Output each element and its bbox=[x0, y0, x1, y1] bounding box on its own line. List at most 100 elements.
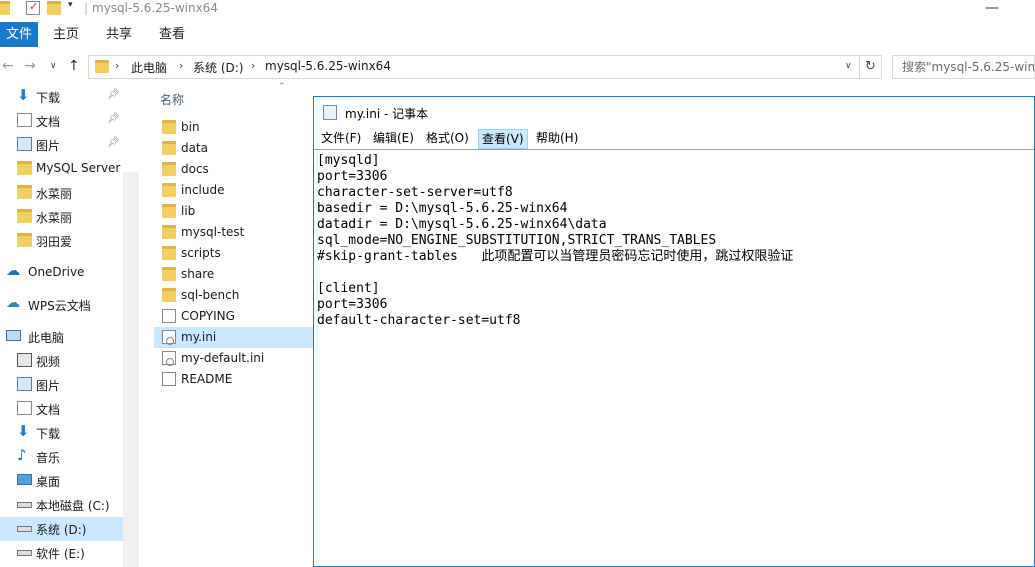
tab-share[interactable]: 共享 bbox=[106, 22, 132, 47]
file-icon bbox=[162, 309, 176, 323]
forward-icon[interactable]: → bbox=[24, 58, 36, 74]
chevron-down-icon[interactable]: ∨ bbox=[845, 61, 852, 71]
chevron-right-icon[interactable]: › bbox=[115, 59, 119, 72]
nav-item-folder[interactable]: 水菜丽 bbox=[0, 206, 123, 228]
nav-item-downloads[interactable]: ⬇ 下载 📌︎ bbox=[0, 86, 123, 108]
nav-item-wps[interactable]: ☁ WPS云文档 bbox=[0, 294, 123, 316]
tab-view[interactable]: 查看 bbox=[159, 22, 185, 47]
properties-icon[interactable]: ✓ bbox=[26, 0, 40, 15]
nav-item-pictures[interactable]: 图片 📌︎ bbox=[0, 134, 123, 156]
file-name: my-default.ini bbox=[181, 351, 265, 365]
computer-icon bbox=[6, 330, 21, 341]
breadcrumb-drive-d[interactable]: 系统 (D:) bbox=[193, 59, 243, 76]
file-row[interactable]: COPYING bbox=[154, 306, 314, 327]
file-row[interactable]: data bbox=[154, 138, 314, 159]
folder-icon bbox=[162, 225, 176, 239]
file-row[interactable]: scripts bbox=[154, 243, 314, 264]
file-icon bbox=[162, 372, 176, 386]
refresh-icon[interactable]: ↻ bbox=[860, 55, 882, 79]
nav-item-desktop[interactable]: 桌面 bbox=[0, 470, 123, 492]
file-list: 名称 ⌃ bin data docs include lib mysql-test scri… bbox=[139, 82, 315, 567]
nav-item-downloads-pc[interactable]: ⬇ 下载 bbox=[0, 422, 123, 444]
file-row[interactable]: include bbox=[154, 180, 314, 201]
folder-icon bbox=[17, 161, 32, 175]
customize-toolbar-icon[interactable]: ▾ bbox=[68, 0, 82, 14]
menu-edit[interactable]: 编辑(E) bbox=[373, 129, 414, 149]
menu-format[interactable]: 格式(O) bbox=[426, 129, 469, 149]
folder-icon bbox=[162, 183, 176, 197]
tab-home[interactable]: 主页 bbox=[53, 22, 79, 47]
pictures-icon bbox=[17, 137, 32, 151]
nav-item-documents[interactable]: 文档 📌︎ bbox=[0, 110, 123, 132]
breadcrumb-mysql[interactable]: mysql-5.6.25-winx64 bbox=[265, 59, 391, 73]
nav-item-drive-d[interactable]: 系统 (D:) bbox=[0, 517, 123, 541]
text-line: port=3306 bbox=[317, 169, 388, 184]
nav-item-drive-e[interactable]: 软件 (E:) bbox=[0, 542, 123, 564]
notepad-title: my.ini - 记事本 bbox=[345, 107, 429, 121]
folder-icon bbox=[162, 288, 176, 302]
nav-scrollbar[interactable] bbox=[123, 172, 139, 567]
file-name: my.ini bbox=[181, 330, 217, 344]
up-icon[interactable]: ↑ bbox=[68, 58, 80, 74]
chevron-right-icon[interactable]: › bbox=[251, 59, 255, 72]
nav-item-folder[interactable]: 羽田爱 bbox=[0, 230, 123, 252]
folder-icon bbox=[95, 60, 109, 73]
file-name: bin bbox=[181, 120, 200, 134]
text-line: [client] bbox=[317, 281, 380, 296]
file-row[interactable]: lib bbox=[154, 201, 314, 222]
pictures-icon bbox=[17, 377, 32, 391]
tab-file[interactable]: 文件 bbox=[0, 22, 38, 47]
search-input[interactable]: 搜索"mysql-5.6.25-winx64" bbox=[892, 55, 1035, 79]
navigation-pane: ⬇ 下载 📌︎ 文档 📌︎ 图片 📌︎ MySQL Server 水菜丽 水菜丽… bbox=[0, 84, 139, 567]
address-row: ← → ∨ ↑ › 此电脑 › 系统 (D:) › mysql-5.6.25-w… bbox=[0, 53, 1035, 81]
pin-icon[interactable]: 📌︎ bbox=[107, 137, 120, 148]
text-line: character-set-server=utf8 bbox=[317, 185, 513, 200]
pin-icon[interactable]: 📌︎ bbox=[107, 89, 120, 100]
column-header-name[interactable]: 名称 bbox=[160, 91, 184, 108]
notepad-window[interactable]: my.ini - 记事本 文件(F) 编辑(E) 格式(O) 查看(V) 帮助(… bbox=[313, 96, 1035, 567]
file-name: scripts bbox=[181, 246, 221, 260]
recent-locations-icon[interactable]: ∨ bbox=[50, 61, 57, 71]
notepad-menu-bar: 文件(F) 编辑(E) 格式(O) 查看(V) 帮助(H) bbox=[314, 129, 1034, 149]
folder-icon bbox=[17, 209, 32, 223]
file-row[interactable]: share bbox=[154, 264, 314, 285]
back-icon[interactable]: ← bbox=[2, 58, 14, 74]
file-name: share bbox=[181, 267, 215, 281]
windows-drive-icon bbox=[17, 502, 32, 508]
file-name: sql-bench bbox=[181, 288, 240, 302]
settings-file-icon bbox=[162, 330, 176, 345]
nav-item-folder[interactable]: 水菜丽 bbox=[0, 182, 123, 204]
menu-view[interactable]: 查看(V) bbox=[478, 129, 528, 149]
nav-item-videos[interactable]: 视频 bbox=[0, 350, 123, 372]
breadcrumb-this-pc[interactable]: 此电脑 bbox=[131, 59, 167, 76]
nav-item-music[interactable]: ♪ 音乐 bbox=[0, 446, 123, 468]
chevron-right-icon[interactable]: › bbox=[179, 59, 183, 72]
file-name: docs bbox=[181, 162, 209, 176]
window-title: mysql-5.6.25-winx64 bbox=[92, 1, 218, 15]
nav-item-documents-pc[interactable]: 文档 bbox=[0, 398, 123, 420]
notepad-title-bar[interactable]: my.ini - 记事本 bbox=[314, 97, 1034, 129]
file-row[interactable]: README bbox=[154, 369, 314, 390]
new-folder-icon[interactable] bbox=[47, 1, 61, 15]
file-row[interactable]: bin bbox=[154, 117, 314, 138]
file-name: README bbox=[181, 372, 233, 386]
nav-item-drive-c[interactable]: 本地磁盘 (C:) bbox=[0, 494, 123, 516]
file-row[interactable]: mysql-test bbox=[154, 222, 314, 243]
file-name: COPYING bbox=[181, 309, 235, 323]
file-row[interactable]: docs bbox=[154, 159, 314, 180]
nav-item-this-pc[interactable]: 此电脑 bbox=[0, 326, 123, 348]
notepad-text-area[interactable]: [mysqld] port=3306 character-set-server=ut… bbox=[314, 149, 1034, 566]
file-row[interactable]: sql-bench bbox=[154, 285, 314, 306]
menu-help[interactable]: 帮助(H) bbox=[536, 129, 578, 149]
file-row[interactable]: my.ini bbox=[154, 327, 314, 348]
menu-file[interactable]: 文件(F) bbox=[321, 129, 361, 149]
nav-item-pictures-pc[interactable]: 图片 bbox=[0, 374, 123, 396]
file-row[interactable]: my-default.ini bbox=[154, 348, 314, 369]
video-icon bbox=[17, 353, 32, 367]
text-line: basedir = D:\mysql-5.6.25-winx64 bbox=[317, 201, 568, 216]
address-bar[interactable]: › 此电脑 › 系统 (D:) › mysql-5.6.25-winx64 ∨ bbox=[88, 55, 860, 79]
minimize-icon[interactable]: — bbox=[985, 0, 999, 16]
nav-item-mysql-server[interactable]: MySQL Server bbox=[0, 158, 123, 180]
pin-icon[interactable]: 📌︎ bbox=[107, 113, 120, 124]
nav-item-onedrive[interactable]: ☁ OneDrive bbox=[0, 262, 123, 284]
